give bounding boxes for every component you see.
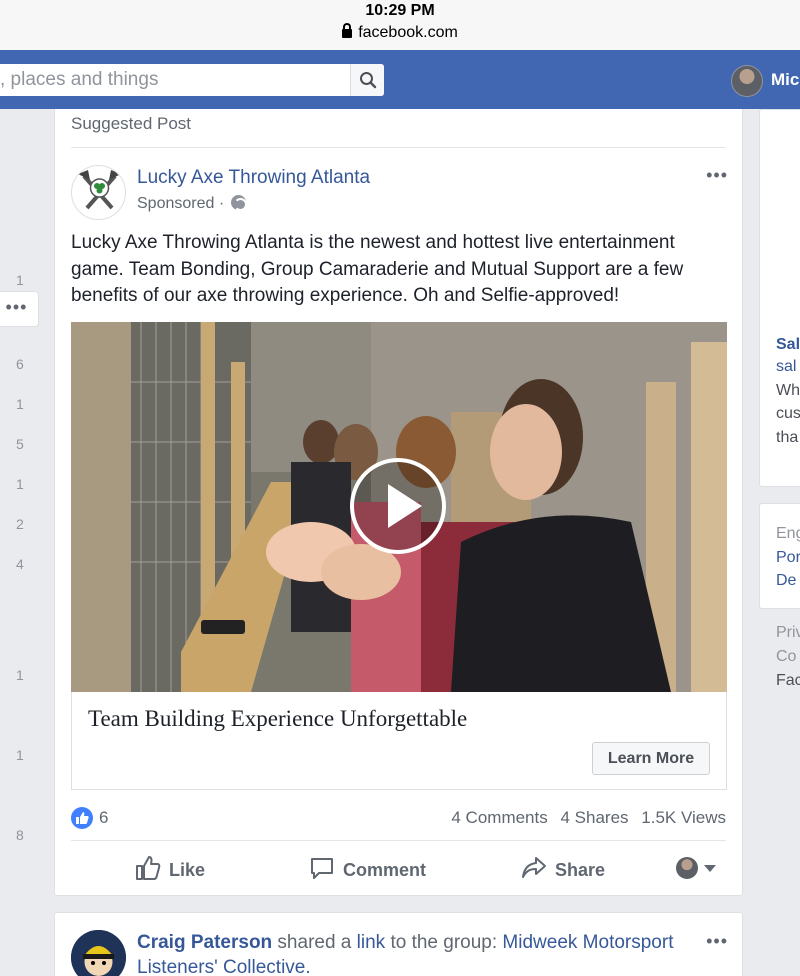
link-headline[interactable]: Team Building Experience Unforgettable — [88, 706, 467, 732]
profile-name[interactable]: Mic — [771, 70, 799, 90]
sidebar-count: 8 — [16, 827, 24, 843]
facebook-header: , places and things — [0, 50, 800, 109]
comment-icon — [311, 858, 333, 879]
lock-icon — [342, 23, 353, 38]
right-text: tha — [776, 429, 799, 446]
sidebar-count: 6 — [16, 356, 24, 372]
shared-post-header: Craig Paterson shared a link to the grou… — [137, 930, 697, 976]
views-count: 1.5K Views — [641, 808, 726, 827]
sidebar-count: 5 — [16, 436, 24, 452]
post-body: Lucky Axe Throwing Atlanta is the newest… — [71, 232, 684, 306]
video-player[interactable] — [71, 322, 727, 692]
right-text: Eng — [776, 525, 800, 542]
profile-avatar[interactable] — [731, 65, 763, 97]
post-options-button[interactable]: ••• — [706, 931, 728, 952]
address-bar[interactable]: facebook.com — [0, 23, 800, 42]
learn-more-button[interactable]: Learn More — [592, 742, 710, 775]
sponsored-text: Sponsored · — [137, 195, 225, 212]
reaction-count[interactable]: 6 — [99, 808, 108, 828]
search-icon — [360, 72, 377, 89]
sidebar-count: 2 — [16, 516, 24, 532]
post-actions: Like Comment Share — [71, 840, 726, 896]
axe-logo-icon — [78, 170, 121, 210]
divider — [71, 147, 726, 148]
shares-count[interactable]: 4 Shares — [560, 808, 628, 827]
sidebar-count: 4 — [16, 556, 24, 572]
shared-text: shared a — [272, 932, 357, 953]
footer-link[interactable]: Fac — [776, 672, 800, 690]
globe-icon — [230, 195, 247, 211]
page-name-link[interactable]: Lucky Axe Throwing Atlanta — [137, 167, 370, 189]
like-icon — [136, 856, 161, 880]
share-icon — [522, 857, 546, 878]
sidebar-count: 1 — [16, 667, 24, 683]
left-sidebar: ••• 1 6 1 5 1 2 4 1 1 8 — [0, 109, 40, 976]
author-avatar[interactable] — [71, 930, 126, 976]
author-name[interactable]: Craig Paterson — [137, 932, 272, 953]
search-button[interactable] — [350, 64, 384, 96]
search-placeholder: , places and things — [0, 69, 159, 90]
right-text[interactable]: Por — [776, 549, 800, 567]
sponsored-post: Suggested Post Lucky Axe Throwing Atlant… — [54, 109, 743, 896]
post-options-button[interactable]: ••• — [706, 165, 728, 186]
search-input[interactable]: , places and things — [0, 64, 384, 96]
sidebar-count: 1 — [16, 476, 24, 492]
right-text: Wh — [776, 382, 800, 399]
engagement-stats: 6 4 Comments 4 Shares 1.5K Views — [71, 807, 726, 831]
comment-button[interactable]: Comment — [309, 855, 426, 881]
footer-link[interactable]: Co — [776, 648, 796, 666]
like-label: Like — [169, 860, 206, 880]
suggested-post-label: Suggested Post — [71, 114, 192, 133]
comments-count[interactable]: 4 Comments — [451, 808, 547, 827]
share-label: Share — [555, 860, 606, 880]
avatar-image — [71, 930, 126, 976]
right-text[interactable]: sal — [776, 358, 796, 376]
like-thumb-icon — [71, 807, 93, 829]
clock: 10:29 PM — [365, 2, 435, 19]
link-preview[interactable]: Team Building Experience Unforgettable L… — [71, 692, 727, 790]
group-text: to the group: — [385, 932, 503, 953]
right-text[interactable]: De — [776, 572, 796, 590]
stats-links: 4 Comments 4 Shares 1.5K Views — [443, 808, 726, 828]
actor-selector-avatar[interactable] — [676, 857, 698, 879]
shared-link[interactable]: link — [357, 932, 386, 953]
play-icon[interactable] — [350, 458, 446, 554]
sidebar-count: 1 — [16, 396, 24, 412]
url-text: facebook.com — [358, 24, 458, 41]
share-button[interactable]: Share — [521, 855, 605, 881]
sponsored-label: Sponsored · — [137, 195, 247, 213]
right-text[interactable]: Sal — [776, 336, 800, 354]
shared-post: Craig Paterson shared a link to the grou… — [54, 912, 743, 976]
sidebar-count: 1 — [16, 747, 24, 763]
more-button[interactable]: ••• — [0, 291, 39, 327]
page-logo[interactable] — [71, 165, 126, 220]
right-text: cus — [776, 405, 800, 422]
chevron-down-icon[interactable] — [704, 865, 716, 872]
footer-link[interactable]: Priv — [776, 624, 800, 642]
like-button[interactable]: Like — [135, 855, 205, 881]
status-bar: 10:29 PM facebook.com — [0, 0, 800, 50]
comment-label: Comment — [343, 860, 427, 880]
sidebar-count: 1 — [16, 272, 24, 288]
